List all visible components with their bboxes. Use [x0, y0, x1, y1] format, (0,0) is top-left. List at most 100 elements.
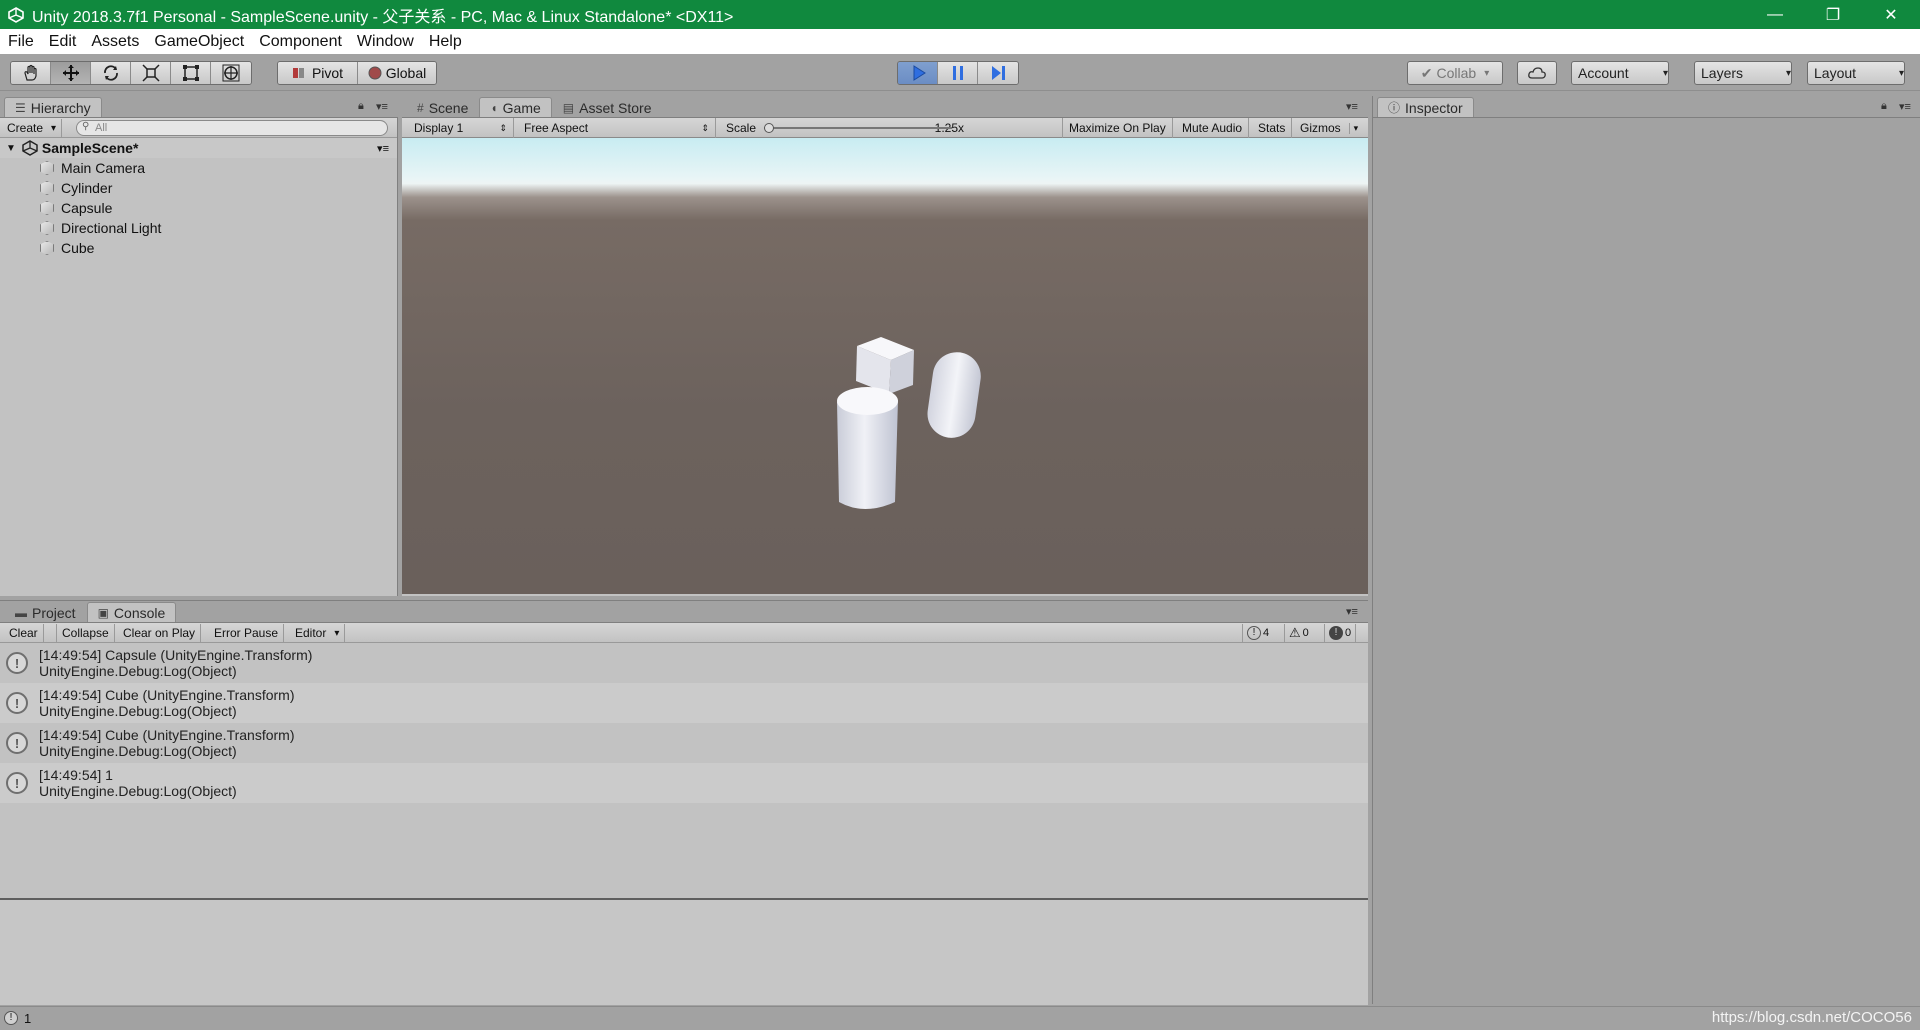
globe-icon	[368, 66, 382, 80]
pause-icon[interactable]	[938, 62, 978, 84]
scale-slider[interactable]	[764, 123, 953, 133]
cloud-button[interactable]	[1517, 61, 1557, 85]
warning-count-toggle[interactable]: ⚠ 0	[1284, 624, 1313, 642]
minimize-icon[interactable]: —	[1746, 0, 1804, 29]
collapse-button[interactable]: Collapse	[56, 624, 115, 642]
stats-toggle[interactable]: Stats	[1252, 118, 1293, 138]
maximize-on-play-toggle[interactable]: Maximize On Play	[1062, 118, 1173, 138]
log-message: [14:49:54] Cube (UnityEngine.Transform)	[39, 727, 295, 743]
step-icon[interactable]	[978, 62, 1018, 84]
collab-label: Collab	[1436, 65, 1477, 81]
rotate-icon[interactable]	[91, 62, 131, 84]
hierarchy-item[interactable]: Main Camera	[0, 158, 397, 178]
log-entry[interactable]: ! [14:49:54] Cube (UnityEngine.Transform…	[0, 723, 1368, 763]
cloud-icon	[1528, 67, 1546, 79]
error-pause-label: Error Pause	[214, 626, 279, 640]
restore-icon[interactable]: ❐	[1804, 0, 1862, 29]
transform-icon[interactable]	[211, 62, 251, 84]
scene-row[interactable]: ▼ SampleScene* ▾≡	[0, 138, 397, 158]
aspect-select[interactable]: Free Aspect ⇕	[518, 118, 716, 138]
slider-thumb[interactable]	[764, 123, 775, 133]
clear-button[interactable]: Clear	[4, 624, 44, 642]
hierarchy-item-label: Cube	[61, 240, 95, 256]
tab-asset-store[interactable]: ▤ Asset Store	[552, 97, 663, 117]
tab-project[interactable]: ▬ Project	[4, 602, 87, 622]
log-entry[interactable]: ! [14:49:54] Capsule (UnityEngine.Transf…	[0, 643, 1368, 683]
panel-menu-icon[interactable]: ▾≡	[376, 100, 388, 113]
pivot-button[interactable]: Pivot	[278, 62, 358, 84]
tab-console[interactable]: ▣ Console	[86, 602, 177, 622]
gizmos-dropdown-icon[interactable]: ▾	[1348, 122, 1358, 134]
info-icon: !	[6, 732, 28, 754]
hierarchy-item[interactable]: Cube	[0, 238, 397, 258]
tab-inspector[interactable]: ⓘ Inspector	[1377, 97, 1474, 117]
menu-assets[interactable]: Assets	[84, 33, 146, 51]
menu-edit[interactable]: Edit	[42, 33, 84, 51]
tab-scene[interactable]: # Scene	[406, 97, 479, 117]
project-tab-label: Project	[32, 604, 76, 621]
menu-help[interactable]: Help	[422, 33, 469, 51]
hierarchy-item[interactable]: Cylinder	[0, 178, 397, 198]
lock-icon[interactable]: 🔒︎	[1881, 100, 1887, 113]
account-dropdown[interactable]: Account	[1571, 61, 1669, 85]
mute-audio-toggle[interactable]: Mute Audio	[1176, 118, 1250, 138]
menu-gameobject[interactable]: GameObject	[147, 33, 251, 51]
create-dropdown[interactable]: Create	[2, 119, 63, 137]
info-icon: ⓘ	[1388, 101, 1401, 115]
layout-dropdown[interactable]: Layout	[1807, 61, 1905, 85]
move-icon[interactable]	[51, 62, 91, 84]
expand-arrow-icon[interactable]: ▼	[6, 143, 16, 154]
updown-icon: ⇕	[499, 122, 507, 133]
global-label: Global	[385, 65, 427, 81]
gizmos-toggle[interactable]: Gizmos ▾	[1294, 118, 1364, 138]
inspector-panel: ⓘ Inspector 🔒︎ ▾≡	[1372, 96, 1920, 1004]
log-message: [14:49:54] 1	[39, 767, 113, 783]
play-controls	[897, 61, 1019, 85]
store-icon: ▤	[562, 100, 575, 115]
pacman-icon: ◖	[490, 100, 498, 115]
error-count: 0	[1345, 627, 1352, 639]
log-entry[interactable]: ! [14:49:54] Cube (UnityEngine.Transform…	[0, 683, 1368, 723]
folder-icon: ▬	[15, 605, 27, 620]
game-tab-label: Game	[502, 99, 541, 116]
editor-dropdown[interactable]: Editor	[290, 624, 346, 642]
gameobject-icon	[40, 221, 54, 235]
hierarchy-tabstrip: ☰ Hierarchy	[0, 96, 398, 118]
hand-icon[interactable]	[11, 62, 51, 84]
tab-game[interactable]: ◖ Game	[479, 97, 552, 117]
error-count-toggle[interactable]: ! 0	[1324, 624, 1357, 642]
pivot-global-group: Pivot Global	[277, 61, 437, 85]
panel-menu-icon[interactable]: ▾≡	[1346, 100, 1358, 113]
layers-dropdown[interactable]: Layers	[1694, 61, 1792, 85]
panel-menu-icon[interactable]: ▾≡	[1346, 605, 1358, 618]
rect-icon[interactable]	[171, 62, 211, 84]
collab-dropdown[interactable]: ✔ Collab	[1407, 61, 1503, 85]
info-count-toggle[interactable]: ! 4	[1242, 624, 1273, 642]
close-icon[interactable]: ✕	[1862, 0, 1920, 29]
menu-file[interactable]: File	[1, 33, 41, 51]
scene-menu-icon[interactable]: ▾≡	[377, 142, 389, 155]
log-message: [14:49:54] Capsule (UnityEngine.Transfor…	[39, 647, 313, 663]
play-icon[interactable]	[898, 62, 938, 84]
hierarchy-search[interactable]: All	[76, 120, 388, 136]
tab-hierarchy[interactable]: ☰ Hierarchy	[4, 97, 102, 117]
status-text[interactable]: 1	[24, 1011, 31, 1026]
display-select[interactable]: Display 1 ⇕	[408, 118, 514, 138]
menu-bar: File Edit Assets GameObject Component Wi…	[0, 29, 1920, 54]
error-pause-button[interactable]: Error Pause	[209, 624, 285, 642]
hierarchy-item[interactable]: Directional Light	[0, 218, 397, 238]
info-icon: !	[6, 652, 28, 674]
clear-on-play-button[interactable]: Clear on Play	[118, 624, 202, 642]
panel-menu-icon[interactable]: ▾≡	[1899, 100, 1911, 113]
game-viewport[interactable]	[402, 138, 1368, 594]
global-button[interactable]: Global	[358, 62, 436, 84]
gameobject-icon	[40, 161, 54, 175]
log-entry[interactable]: ! [14:49:54] 1 UnityEngine.Debug:Log(Obj…	[0, 763, 1368, 803]
lock-icon[interactable]: 🔒︎	[358, 100, 364, 113]
scale-icon[interactable]	[131, 62, 171, 84]
hierarchy-item[interactable]: Capsule	[0, 198, 397, 218]
menu-window[interactable]: Window	[350, 33, 421, 51]
stats-label: Stats	[1258, 121, 1286, 135]
menu-component[interactable]: Component	[252, 33, 349, 51]
search-icon: ⚲	[82, 121, 90, 132]
